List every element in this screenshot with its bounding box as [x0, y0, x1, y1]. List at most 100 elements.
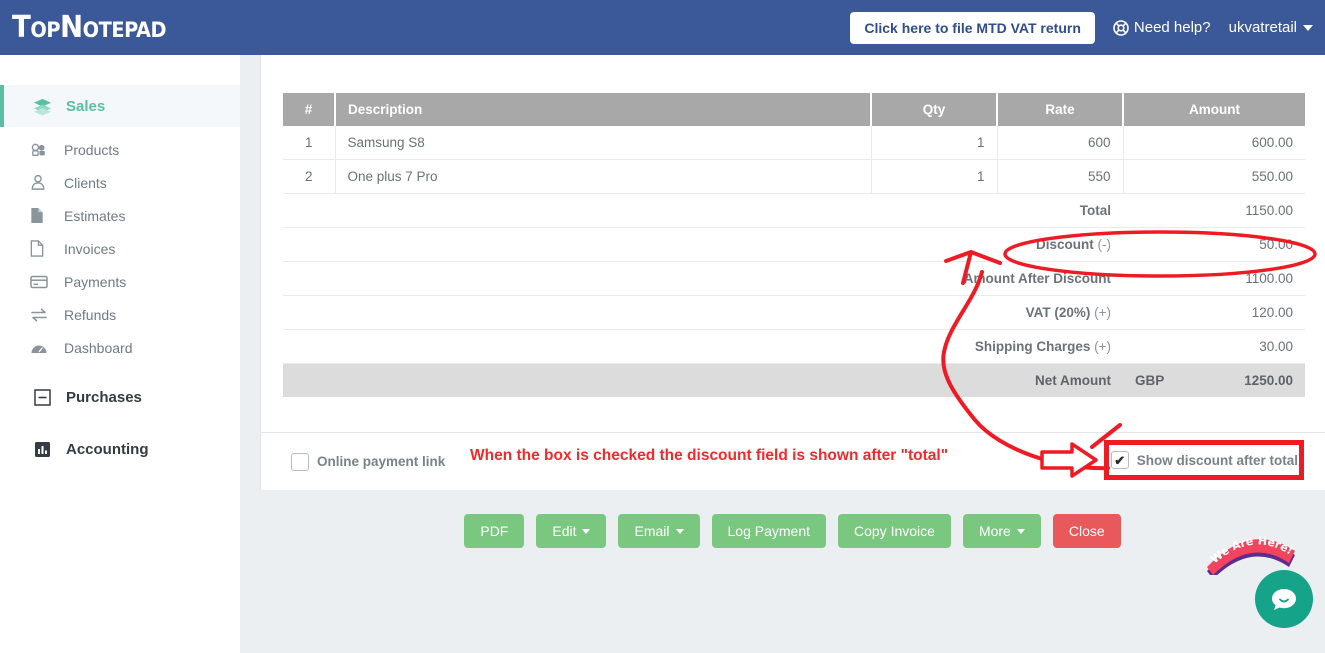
pdf-button[interactable]: PDF — [464, 514, 525, 548]
document-filled-icon — [30, 207, 56, 224]
summary-row-shipping: Shipping Charges (+) 30.00 — [283, 329, 1305, 364]
sidebar-item-clients[interactable]: Clients — [0, 166, 240, 199]
sidebar-group-purchases[interactable]: Purchases — [0, 376, 240, 418]
summary-row-amount-after-discount: Amount After Discount 1100.00 — [283, 261, 1305, 296]
pdf-button-label: PDF — [480, 523, 509, 539]
sidebar-item-refunds[interactable]: Refunds — [0, 298, 240, 331]
summary-label-shipping: Shipping Charges (+) — [871, 329, 1123, 364]
sidebar-group-sales[interactable]: Sales — [0, 85, 240, 127]
row-index: 1 — [283, 126, 336, 160]
sidebar-item-dashboard-label: Dashboard — [64, 339, 133, 356]
row-qty: 1 — [871, 126, 998, 160]
file-mtd-vat-return-button[interactable]: Click here to file MTD VAT return — [850, 11, 1095, 44]
summary-spacer — [335, 193, 871, 228]
summary-sign: (-) — [1093, 237, 1112, 252]
bar-chart-icon — [18, 441, 66, 458]
sidebar-item-payments-label: Payments — [64, 273, 127, 290]
summary-label-text: Shipping Charges — [974, 339, 1091, 354]
close-button-label: Close — [1068, 523, 1105, 539]
invoice-table-head: # Description Qty Rate Amount — [283, 93, 1305, 126]
summary-spacer — [335, 261, 871, 296]
checkbox-box-online-payment[interactable] — [291, 452, 309, 471]
column-header-qty: Qty — [871, 93, 998, 126]
invoice-card: # Description Qty Rate Amount 1 Samsung … — [260, 55, 1325, 490]
column-header-index: # — [283, 93, 336, 126]
credit-card-icon — [30, 275, 56, 289]
sidebar-item-invoices-label: Invoices — [64, 240, 116, 257]
row-rate: 550 — [997, 159, 1124, 194]
summary-label-discount: Discount (-) — [871, 227, 1123, 262]
online-payment-link-label: Online payment link — [317, 454, 446, 469]
summary-row-vat: VAT (20%) (+) 120.00 — [283, 295, 1305, 330]
table-row: 1 Samsung S8 1 600 600.00 — [283, 126, 1305, 160]
summary-value-discount: 50.00 — [1123, 227, 1305, 262]
sidebar-group-purchases-label: Purchases — [66, 388, 142, 406]
layers-icon — [18, 97, 66, 116]
sidebar-group-accounting[interactable]: Accounting — [0, 428, 240, 470]
table-row: 2 One plus 7 Pro 1 550 550.00 — [283, 159, 1305, 194]
summary-value-total: 1150.00 — [1123, 193, 1305, 228]
row-description: Samsung S8 — [335, 126, 872, 160]
online-payment-link-checkbox[interactable]: Online payment link — [291, 452, 446, 471]
sidebar-item-invoices[interactable]: Invoices — [0, 232, 240, 265]
annotation-text: When the box is checked the discount fie… — [470, 447, 949, 464]
sidebar-item-estimates[interactable]: Estimates — [0, 199, 240, 232]
column-header-description: Description — [335, 93, 872, 126]
need-help-link[interactable]: Need help? — [1113, 19, 1211, 36]
summary-spacer — [283, 193, 335, 228]
edit-button[interactable]: Edit — [536, 514, 607, 548]
summary-spacer — [283, 227, 335, 262]
sidebar-group-accounting-label: Accounting — [66, 440, 149, 458]
header-right-group: Click here to file MTD VAT return Need h… — [850, 11, 1325, 44]
more-button[interactable]: More — [962, 514, 1041, 548]
table-header-row: # Description Qty Rate Amount — [283, 93, 1305, 126]
summary-value-amount-after-discount: 1100.00 — [1123, 261, 1305, 296]
summary-value-vat: 120.00 — [1123, 295, 1305, 330]
summary-label-vat: VAT (20%) (+) — [871, 295, 1123, 330]
document-outline-icon — [30, 240, 56, 257]
summary-sign: (+) — [1090, 305, 1111, 320]
summary-label-text: Discount — [1035, 237, 1094, 252]
row-amount: 600.00 — [1123, 126, 1305, 160]
summary-label-text: Total — [1079, 203, 1111, 218]
log-payment-button[interactable]: Log Payment — [711, 514, 826, 548]
email-button[interactable]: Email — [618, 514, 700, 548]
net-amount-value: 1250.00 — [1244, 373, 1293, 388]
summary-spacer — [335, 363, 871, 397]
more-button-label: More — [978, 523, 1011, 539]
exchange-arrows-icon — [30, 308, 56, 322]
close-button[interactable]: Close — [1052, 514, 1121, 548]
copy-invoice-button-label: Copy Invoice — [854, 523, 935, 539]
minus-square-icon — [18, 388, 66, 406]
sidebar-item-payments[interactable]: Payments — [0, 265, 240, 298]
summary-row-discount: Discount (-) 50.00 — [283, 227, 1305, 262]
summary-spacer — [283, 329, 335, 364]
copy-invoice-button[interactable]: Copy Invoice — [838, 514, 951, 548]
net-amount-currency: GBP — [1135, 373, 1165, 388]
summary-spacer — [283, 295, 335, 330]
gauge-icon — [30, 341, 56, 355]
app-logo: TopNotepad — [12, 10, 167, 45]
sidebar-item-dashboard[interactable]: Dashboard — [0, 331, 240, 364]
sidebar-item-products[interactable]: Products — [0, 133, 240, 166]
row-description: One plus 7 Pro — [335, 159, 872, 194]
edit-button-label: Edit — [552, 523, 577, 539]
chevron-down-icon — [1016, 528, 1025, 534]
invoice-table-body: 1 Samsung S8 1 600 600.00 2 One plus 7 P… — [283, 126, 1305, 397]
user-account-menu[interactable]: ukvatretail — [1229, 19, 1313, 36]
sidebar: Sales Products Clients Estimates Invoice… — [0, 55, 240, 653]
summary-row-net-amount: Net Amount GBP 1250.00 — [283, 363, 1305, 397]
summary-spacer — [335, 329, 871, 364]
row-index: 2 — [283, 159, 336, 194]
chat-widget-button[interactable] — [1255, 570, 1313, 628]
column-header-rate: Rate — [997, 93, 1124, 126]
net-amount-label: Net Amount — [871, 363, 1123, 397]
annotation-highlight-box — [1104, 440, 1304, 480]
sidebar-item-estimates-label: Estimates — [64, 207, 126, 224]
net-amount-cell: GBP 1250.00 — [1123, 363, 1305, 397]
summary-sign: (+) — [1090, 339, 1111, 354]
user-icon — [30, 174, 56, 191]
chevron-down-icon — [675, 528, 684, 534]
sidebar-gutter — [240, 55, 260, 653]
